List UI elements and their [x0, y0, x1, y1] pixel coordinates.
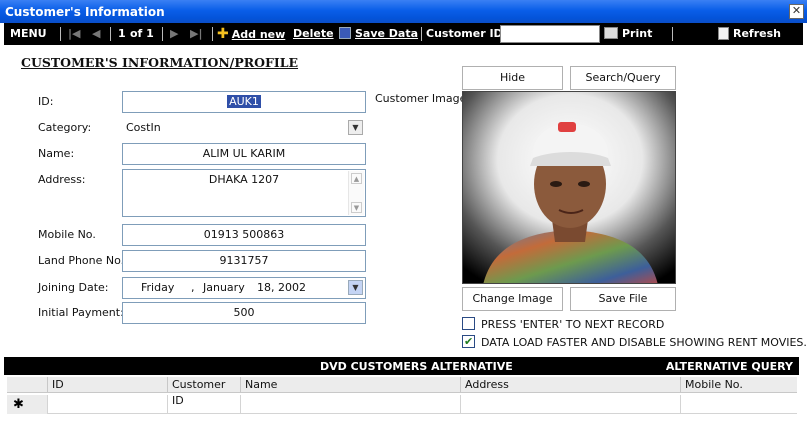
initial-payment-field[interactable]: 500	[122, 302, 366, 324]
hide-button[interactable]: Hide	[462, 66, 563, 90]
name-field[interactable]: ALIM UL KARIM	[122, 143, 366, 165]
land-phone-field[interactable]: 9131757	[122, 250, 366, 272]
previous-record-icon[interactable]: ◀	[92, 23, 100, 45]
mobile-field[interactable]: 01913 500863	[122, 224, 366, 246]
close-button[interactable]: ✕	[789, 4, 804, 19]
column-header-customer-id[interactable]: Customer ID	[167, 377, 240, 407]
document-refresh-icon	[718, 26, 729, 40]
save-data-label: Save Data	[355, 27, 419, 40]
grid-title-bar: DVD CUSTOMERS ALTERNATIVE ALTERNATIVE QU…	[4, 357, 799, 375]
id-field[interactable]: AUK1	[122, 91, 366, 113]
grid-title: DVD CUSTOMERS ALTERNATIVE	[320, 360, 513, 373]
enter-next-record-label: PRESS 'ENTER' TO NEXT RECORD	[481, 318, 665, 331]
column-header-name[interactable]: Name	[240, 377, 460, 393]
alternative-query-link[interactable]: ALTERNATIVE QUERY	[666, 360, 793, 373]
change-image-button[interactable]: Change Image	[462, 287, 563, 311]
category-value: CostIn	[126, 121, 161, 134]
customer-image-label: Customer Image:	[375, 92, 471, 105]
page-title: CUSTOMER'S INFORMATION/PROFILE	[21, 55, 299, 70]
address-value: DHAKA 1207	[208, 173, 280, 186]
print-label: Print	[622, 27, 653, 40]
column-header-address[interactable]: Address	[460, 377, 680, 393]
fast-load-label: DATA LOAD FASTER AND DISABLE SHOWING REN…	[481, 336, 807, 349]
initial-payment-label: Initial Payment:	[38, 306, 124, 319]
table-cell[interactable]	[680, 395, 797, 414]
id-label: ID:	[38, 95, 54, 108]
save-data-button[interactable]: Save Data	[339, 23, 418, 45]
toolbar-separator	[212, 27, 213, 41]
table-cell[interactable]	[167, 395, 240, 414]
fast-load-checkbox[interactable]: ✔	[462, 335, 475, 348]
record-count: of 1	[130, 27, 154, 40]
address-textarea[interactable]: DHAKA 1207 ▲ ▼	[122, 169, 366, 217]
customer-id-label: Customer ID:	[426, 27, 508, 40]
add-new-label: Add new	[231, 28, 286, 41]
new-row-marker-icon[interactable]: ✱	[7, 395, 47, 414]
grid-header: ID Customer ID Name Address Mobile No.	[7, 377, 797, 407]
toolbar-separator	[162, 27, 163, 41]
refresh-label: Refresh	[733, 27, 781, 40]
search-query-button[interactable]: Search/Query	[570, 66, 676, 90]
mobile-label: Mobile No.	[38, 228, 96, 241]
table-cell[interactable]	[240, 395, 460, 414]
joining-day: Friday	[141, 281, 175, 294]
print-button[interactable]: Print	[604, 23, 652, 45]
checkmark-icon: ✔	[464, 335, 474, 348]
toolbar-separator	[110, 27, 111, 41]
table-row[interactable]: ✱	[7, 395, 797, 414]
menu-button[interactable]: MENU	[10, 23, 47, 45]
scroll-up-icon[interactable]: ▲	[351, 173, 362, 184]
toolbar-separator	[421, 27, 422, 41]
land-phone-label: Land Phone No.	[38, 254, 125, 267]
record-number[interactable]: 1	[118, 23, 126, 45]
window-title: Customer's Information	[5, 5, 165, 19]
address-label: Address:	[38, 173, 86, 186]
toolbar-separator	[672, 27, 673, 41]
joining-date-picker[interactable]: Friday , January 18, 2002 ▼	[122, 277, 366, 299]
address-scrollbar[interactable]: ▲ ▼	[348, 171, 364, 215]
customer-portrait-icon	[463, 92, 675, 283]
floppy-disk-icon	[339, 27, 351, 39]
category-label: Category:	[38, 121, 92, 134]
delete-button[interactable]: Delete	[293, 23, 334, 45]
table-cell[interactable]	[460, 395, 680, 414]
navigation-toolbar: MENU |◀ ◀ 1 of 1 ▶ ▶| ✚ Add new Delete Sa…	[4, 23, 803, 45]
printer-icon	[604, 27, 618, 39]
first-record-icon[interactable]: |◀	[68, 23, 80, 45]
joining-month: January	[203, 281, 245, 294]
customer-id-input[interactable]	[500, 25, 600, 43]
last-record-icon[interactable]: ▶|	[190, 23, 202, 45]
column-header-mobile[interactable]: Mobile No.	[680, 377, 797, 393]
calendar-dropdown-icon[interactable]: ▼	[348, 280, 363, 295]
plus-icon: ✚	[217, 26, 229, 42]
category-select[interactable]: CostIn ▼	[122, 117, 366, 139]
scroll-down-icon[interactable]: ▼	[351, 202, 362, 213]
chevron-down-icon[interactable]: ▼	[348, 120, 363, 135]
joining-date: 18, 2002	[257, 281, 306, 294]
enter-next-record-checkbox[interactable]	[462, 317, 475, 330]
save-file-button[interactable]: Save File	[570, 287, 676, 311]
refresh-button[interactable]: Refresh	[718, 23, 781, 45]
joining-date-label: Joining Date:	[38, 281, 109, 294]
customer-photo	[462, 91, 676, 284]
table-cell[interactable]	[47, 395, 167, 414]
add-new-button[interactable]: ✚ Add new	[217, 23, 285, 45]
joining-separator: ,	[191, 281, 195, 294]
name-label: Name:	[38, 147, 75, 160]
column-header-id[interactable]: ID	[47, 377, 167, 393]
id-value: AUK1	[227, 95, 261, 108]
next-record-icon[interactable]: ▶	[170, 23, 178, 45]
toolbar-separator	[60, 27, 61, 41]
title-bar: Customer's Information ✕	[0, 0, 807, 23]
